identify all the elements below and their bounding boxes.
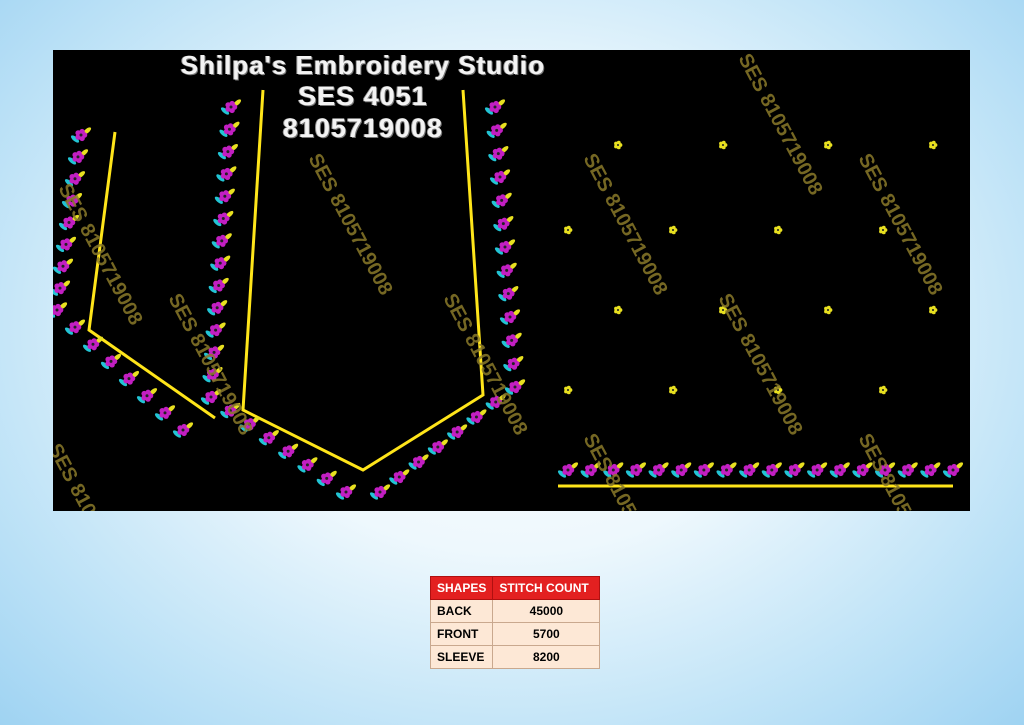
- buti-motif: [879, 385, 888, 395]
- table-header-row: SHAPES STITCH COUNT: [429, 576, 601, 600]
- table-row: BACK 45000: [429, 599, 601, 623]
- buti-motif: [929, 305, 938, 315]
- buti-motif: [774, 225, 783, 235]
- count-cell: 45000: [492, 599, 601, 623]
- shape-cell: BACK: [429, 599, 494, 623]
- buti-motif: [564, 385, 573, 395]
- table-row: SLEEVE 8200: [429, 645, 601, 669]
- stitch-count-table: SHAPES STITCH COUNT BACK 45000 FRONT 570…: [429, 576, 601, 669]
- buti-motif: [824, 305, 833, 315]
- studio-phone: 8105719008: [282, 113, 444, 143]
- shape-cell: FRONT: [429, 622, 494, 646]
- buti-motif: [564, 225, 573, 235]
- table-row: FRONT 5700: [429, 622, 601, 646]
- count-cell: 5700: [492, 622, 601, 646]
- buti-motif: [614, 140, 623, 150]
- buti-motif: [879, 225, 888, 235]
- front-neck-outline: [241, 89, 485, 472]
- buti-motif: [614, 305, 623, 315]
- design-code: SES 4051: [298, 81, 428, 111]
- buti-motif: [669, 225, 678, 235]
- shape-cell: SLEEVE: [429, 645, 494, 669]
- buti-motif: [719, 140, 728, 150]
- buti-motif: [929, 140, 938, 150]
- count-cell: 8200: [492, 645, 601, 669]
- buti-motif: [669, 385, 678, 395]
- buti-motif: [824, 140, 833, 150]
- header-shapes: SHAPES: [429, 576, 494, 600]
- embroidery-design-board: Shilpa's Embroidery Studio SES 4051 8105…: [53, 50, 970, 511]
- header-stitch-count: STITCH COUNT: [492, 576, 601, 600]
- studio-name: Shilpa's Embroidery Studio: [180, 50, 546, 80]
